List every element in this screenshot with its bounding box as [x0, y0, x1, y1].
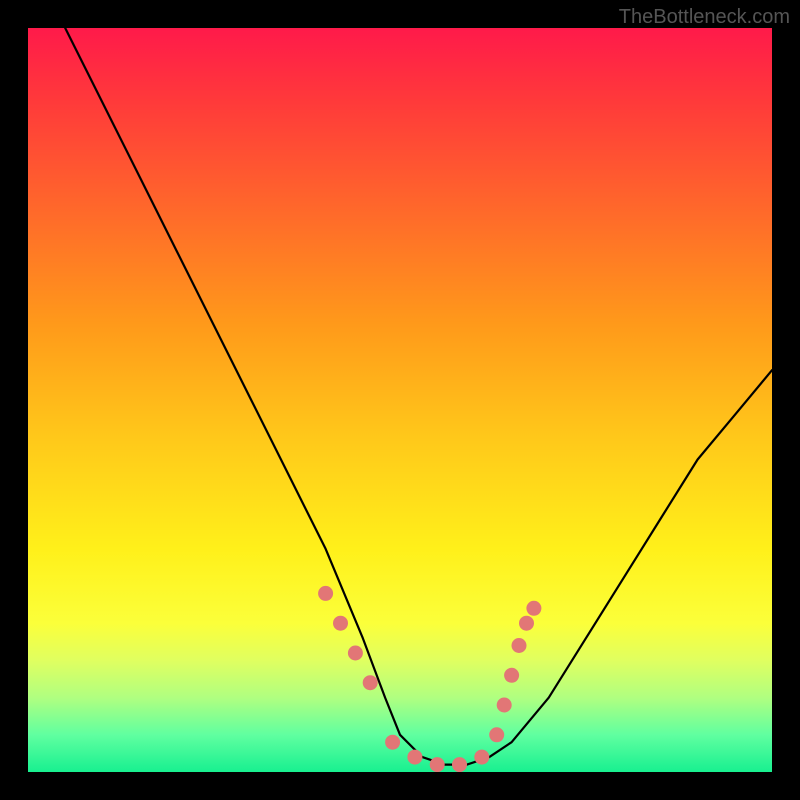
watermark-label: TheBottleneck.com — [619, 6, 790, 29]
plot-area — [28, 28, 772, 772]
gradient-background — [28, 28, 772, 772]
